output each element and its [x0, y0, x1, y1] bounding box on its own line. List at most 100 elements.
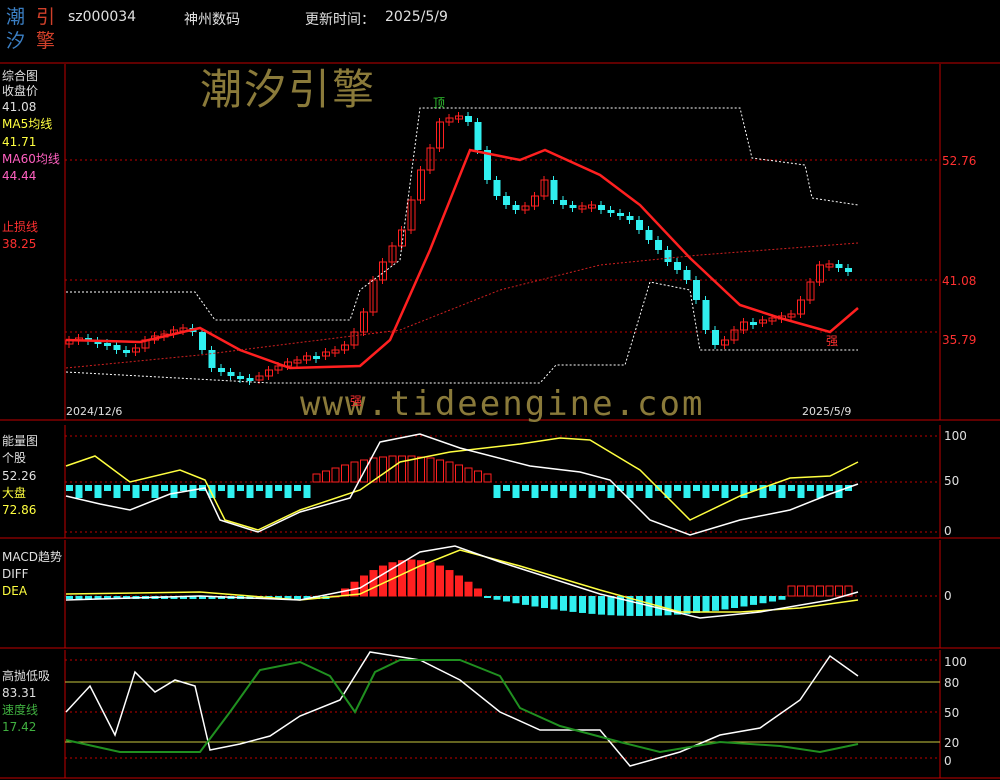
macd-bar	[607, 596, 615, 616]
candle-body	[835, 264, 843, 268]
energy-bar	[607, 485, 615, 498]
energy-bar	[731, 485, 738, 491]
energy-bar	[541, 485, 548, 491]
osc-axis-20: 20	[944, 736, 960, 750]
close-value: 41.08	[2, 100, 37, 114]
energy-bar	[322, 470, 330, 483]
candle-body	[550, 180, 558, 200]
ma60-value: 44.44	[2, 169, 37, 183]
ma5-label: MA5均线	[2, 117, 53, 131]
energy-bar	[75, 485, 83, 498]
macd-bar	[398, 560, 406, 597]
energy-bar	[550, 485, 558, 498]
macd-bar	[512, 596, 520, 604]
macd-bar	[436, 565, 444, 597]
macd-bar	[825, 585, 834, 597]
energy-bar	[303, 485, 311, 498]
candle-body	[674, 262, 681, 270]
energy-bar	[350, 461, 359, 483]
macd-bar	[702, 596, 710, 612]
energy-stock-line	[65, 433, 859, 536]
macd-bar	[484, 596, 491, 598]
energy-bar	[721, 485, 729, 498]
candle-body	[712, 330, 719, 345]
energy-bar	[331, 467, 340, 483]
energy-market-line	[65, 437, 859, 531]
strong-marker-2: 强	[826, 334, 839, 348]
osc-axis-0: 0	[944, 754, 952, 768]
energy-bar	[512, 485, 520, 498]
energy-bar	[237, 485, 244, 491]
osc-axis-80: 80	[944, 676, 960, 690]
macd-bar	[407, 559, 416, 597]
axis-label-low: 35.79	[942, 333, 977, 347]
ma60-label: MA60均线	[2, 152, 60, 166]
energy-bar	[227, 485, 235, 498]
energy-bar	[560, 485, 567, 491]
axis-label-high: 52.76	[942, 154, 977, 168]
energy-axis-100: 100	[944, 429, 967, 443]
macd-bar	[740, 596, 748, 607]
energy-bar	[598, 485, 605, 491]
energy-bar	[85, 485, 92, 491]
candle-body	[750, 322, 757, 325]
energy-bar	[341, 464, 349, 483]
macd-bar	[588, 596, 596, 614]
market-energy-label: 大盘	[2, 486, 27, 500]
energy-bar	[161, 485, 168, 491]
macd-bar	[522, 596, 529, 605]
candle-body	[560, 200, 567, 205]
candle-body	[845, 268, 852, 272]
energy-bar	[626, 485, 634, 498]
energy-bar	[66, 485, 73, 491]
macd-bar	[636, 596, 643, 616]
axis-label-close: 41.08	[942, 274, 977, 288]
stoploss-label: 止损线	[2, 220, 39, 234]
macd-bar	[598, 596, 605, 615]
candle-body	[246, 378, 254, 381]
speed-label: 速度线	[2, 703, 39, 717]
candle-body	[626, 216, 634, 220]
energy-bar	[455, 464, 463, 483]
strong-marker-1: 强	[350, 394, 363, 408]
macd-bar	[787, 585, 796, 597]
macd-bar	[455, 575, 463, 597]
macd-bar	[75, 596, 83, 599]
date-end: 2025/5/9	[802, 405, 852, 418]
macd-bar	[531, 596, 539, 607]
energy-bar	[170, 485, 178, 498]
osc-fast-line	[65, 651, 859, 767]
energy-axis-50: 50	[944, 474, 960, 488]
energy-bar	[142, 485, 149, 491]
macd-bar	[797, 585, 805, 597]
candle-body	[237, 376, 244, 379]
candle-body	[113, 345, 121, 350]
main-panel-title: 综合图	[2, 69, 39, 83]
candle-body	[569, 205, 577, 208]
macd-panel-title: MACD趋势	[2, 550, 62, 564]
candle-body	[598, 205, 605, 210]
energy-bar	[493, 485, 501, 498]
energy-bar	[265, 485, 273, 498]
macd-bar	[759, 596, 767, 604]
macd-bar	[541, 596, 548, 609]
energy-bar	[256, 485, 263, 491]
energy-bar	[94, 485, 102, 498]
macd-bar	[806, 585, 815, 597]
osc-value: 83.31	[2, 686, 37, 700]
diff-label: DIFF	[2, 567, 29, 581]
macd-bar	[369, 570, 378, 597]
macd-bar	[426, 562, 435, 597]
energy-bar	[436, 459, 444, 483]
energy-bar	[483, 473, 492, 483]
energy-bar	[788, 485, 795, 491]
candle-body	[664, 250, 672, 262]
candle-body	[465, 116, 472, 122]
energy-panel-title: 能量图	[2, 434, 39, 448]
candle-body	[104, 343, 111, 346]
macd-bar	[560, 596, 567, 611]
energy-bar	[826, 485, 833, 491]
energy-bar	[445, 461, 454, 483]
macd-bar	[294, 596, 301, 599]
energy-bar	[151, 485, 159, 498]
